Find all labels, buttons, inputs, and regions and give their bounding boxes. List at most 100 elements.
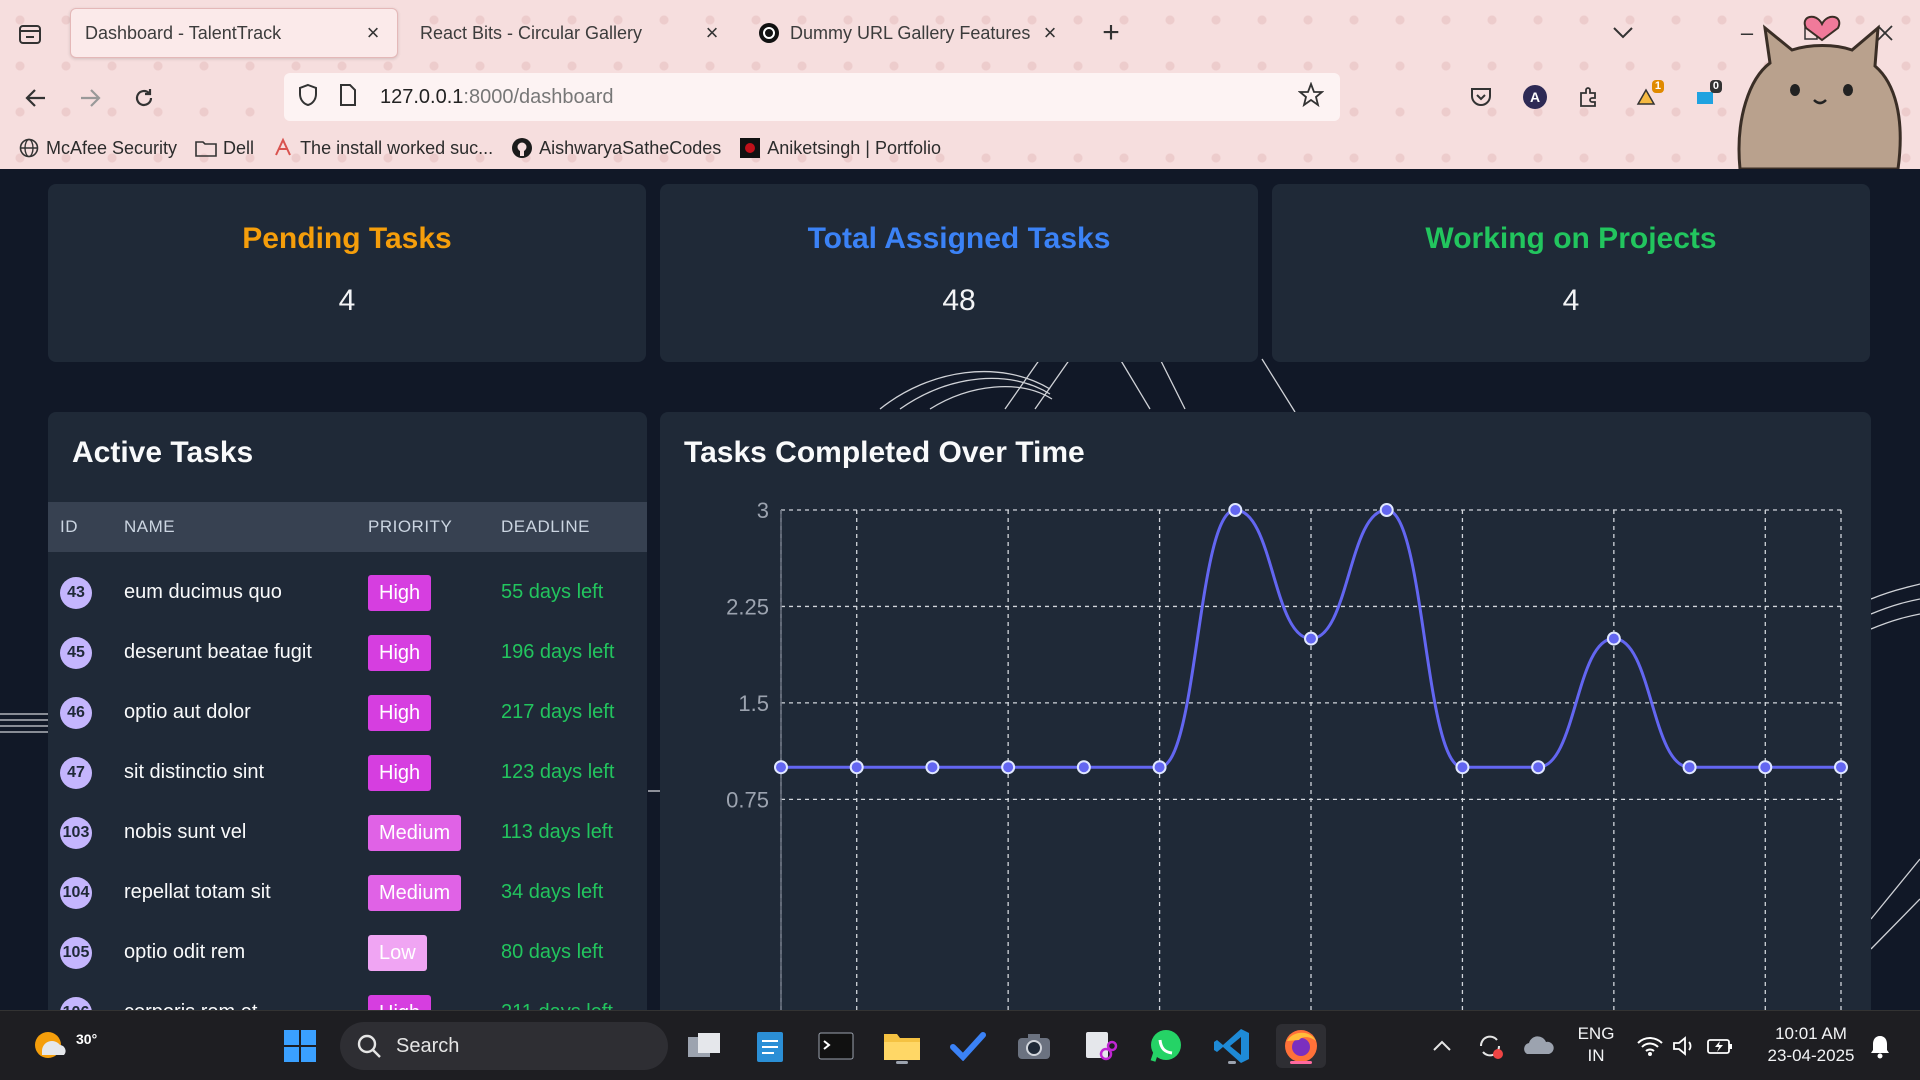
bookmark-star-icon[interactable] (1297, 80, 1328, 113)
table-row[interactable]: 106 corporis rem et High 211 days left (48, 982, 647, 1010)
priority-badge: High (368, 695, 432, 731)
priority-badge: High (368, 755, 432, 791)
table-row[interactable]: 43 eum ducimus quo High 55 days left (48, 562, 647, 622)
table-header: ID NAME PRIORITY DEADLINE (48, 502, 647, 552)
show-hidden-icons-chevron-icon[interactable] (1420, 1024, 1464, 1068)
priority-badge: Low (368, 935, 427, 971)
whatsapp-icon[interactable] (1144, 1024, 1188, 1068)
terminal-icon[interactable] (814, 1024, 858, 1068)
url-host: 127.0.0.1 (380, 85, 464, 108)
extension-2-icon[interactable]: 0 (1688, 80, 1722, 114)
task-view-icon[interactable] (682, 1024, 726, 1068)
notification-bell-icon[interactable] (1858, 1024, 1902, 1068)
extension-1-icon[interactable]: 1 (1630, 80, 1664, 114)
bookmark-install-worked[interactable]: The install worked suc... (272, 137, 493, 159)
task-name: deserunt beatae fugit (124, 641, 312, 663)
data-point (1304, 631, 1318, 646)
close-tab-icon[interactable]: × (363, 20, 383, 45)
tab-react-bits[interactable]: React Bits - Circular Gallery × (406, 8, 736, 58)
close-tab-icon[interactable]: × (1040, 20, 1060, 45)
windows-start-icon[interactable] (278, 1024, 322, 1068)
data-point (1682, 760, 1697, 775)
task-deadline: 211 days left (501, 1001, 613, 1010)
table-row[interactable]: 45 deserunt beatae fugit High 196 days left (48, 622, 647, 682)
list-all-tabs-icon[interactable] (1608, 18, 1638, 48)
stat-value: 4 (1562, 284, 1580, 317)
table-row[interactable]: 104 repellat totam sit Medium 34 days left (48, 862, 647, 922)
profile-avatar[interactable]: A (1518, 80, 1552, 114)
reload-icon[interactable] (126, 80, 162, 116)
battery-icon (1707, 1039, 1732, 1054)
onedrive-cloud-icon[interactable] (1516, 1024, 1560, 1068)
system-tray-status[interactable] (1630, 1024, 1740, 1068)
weather-sun-icon (35, 1032, 66, 1058)
stat-card-projects: Working on Projects 4 (1272, 184, 1870, 362)
table-row[interactable]: 103 nobis sunt vel Medium 113 days left (48, 802, 647, 862)
bookmark-mcafee[interactable]: McAfee Security (18, 137, 177, 159)
snipping-tool-icon[interactable] (1078, 1024, 1122, 1068)
tasks-completed-line-chart: 3 2.25 1.5 0.75 (726, 498, 1848, 1010)
task-name: corporis rem et (124, 1001, 257, 1010)
table-row[interactable]: 47 sit distinctio sint High 123 days left (48, 742, 647, 802)
table-row[interactable]: 105 optio odit rem Low 80 days left (48, 922, 647, 982)
clock[interactable]: 10:01 AM 23-04-2025 (1756, 1023, 1866, 1067)
y-tick-label: 2.25 (726, 594, 769, 619)
data-point (1758, 760, 1773, 775)
extensions-puzzle-icon[interactable] (1572, 80, 1606, 114)
language-indicator[interactable]: ENG IN (1576, 1023, 1616, 1067)
address-bar[interactable]: 127.0.0.1:8000/dashboard (284, 73, 1340, 121)
new-tab-button[interactable]: + (1094, 16, 1128, 50)
openai-icon (758, 22, 780, 44)
column-header-priority: PRIORITY (368, 517, 453, 536)
camera-icon[interactable] (1012, 1024, 1056, 1068)
task-name: sit distinctio sint (124, 761, 265, 783)
back-arrow-icon[interactable] (18, 80, 54, 116)
bookmark-portfolio[interactable]: Aniketsingh | Portfolio (739, 137, 941, 159)
url-path: :8000/dashboard (463, 85, 614, 108)
data-point (1379, 503, 1394, 517)
globe-icon (18, 137, 40, 159)
data-point (925, 760, 940, 775)
bookmark-dell[interactable]: Dell (195, 137, 254, 159)
close-tab-icon[interactable]: × (702, 20, 722, 45)
taskbar-search[interactable]: Search (340, 1022, 668, 1070)
bookmark-label: Aniketsingh | Portfolio (767, 137, 942, 158)
extension-badge: 0 (1709, 80, 1722, 93)
y-tick-label: 0.75 (726, 787, 769, 812)
task-deadline: 196 days left (501, 641, 615, 663)
file-explorer-icon[interactable] (880, 1024, 924, 1068)
tab-dashboard[interactable]: Dashboard - TalentTrack × (70, 8, 398, 58)
column-header-deadline: DEADLINE (501, 517, 591, 536)
bookmark-github[interactable]: AishwaryaSatheCodes (511, 137, 721, 159)
weather-widget[interactable]: 30° (28, 1021, 97, 1071)
table-row[interactable]: 46 optio aut dolor High 217 days left (48, 682, 647, 742)
task-name: optio odit rem (124, 941, 246, 963)
firefox-icon[interactable] (1276, 1024, 1326, 1068)
vscode-icon[interactable] (1210, 1024, 1254, 1068)
data-point (1076, 760, 1091, 775)
task-deadline: 55 days left (501, 581, 604, 603)
y-tick-label: 1.5 (738, 691, 769, 716)
django-icon (272, 137, 294, 159)
notepad-icon[interactable] (748, 1024, 792, 1068)
todo-icon[interactable] (946, 1024, 990, 1068)
pocket-icon[interactable] (1464, 80, 1498, 114)
page-info-icon[interactable] (338, 83, 368, 112)
tab-title: Dummy URL Gallery Features (790, 22, 1031, 43)
github-icon (511, 137, 533, 159)
forward-arrow-icon[interactable] (72, 80, 108, 116)
tab-dummy-url[interactable]: Dummy URL Gallery Features × (744, 8, 1074, 58)
navigation-bar: 127.0.0.1:8000/dashboard A 1 0 (0, 70, 1920, 126)
priority-badge: Medium (368, 815, 462, 851)
task-deadline: 217 days left (501, 701, 615, 723)
tasks-completed-chart-card: Tasks Completed Over Time 3 2.25 1.5 0.75 (660, 412, 1871, 1010)
column-header-name: NAME (124, 517, 176, 536)
sync-icon[interactable] (1468, 1024, 1512, 1068)
running-indicator (1228, 1061, 1236, 1064)
tab-bar: Dashboard - TalentTrack × React Bits - C… (0, 0, 1920, 66)
active-tasks-title: Active Tasks (72, 436, 254, 469)
volume-icon (1673, 1036, 1692, 1056)
bookmark-label: McAfee Security (46, 137, 178, 158)
tab-list-icon[interactable] (14, 18, 46, 50)
shield-icon[interactable] (296, 83, 326, 112)
